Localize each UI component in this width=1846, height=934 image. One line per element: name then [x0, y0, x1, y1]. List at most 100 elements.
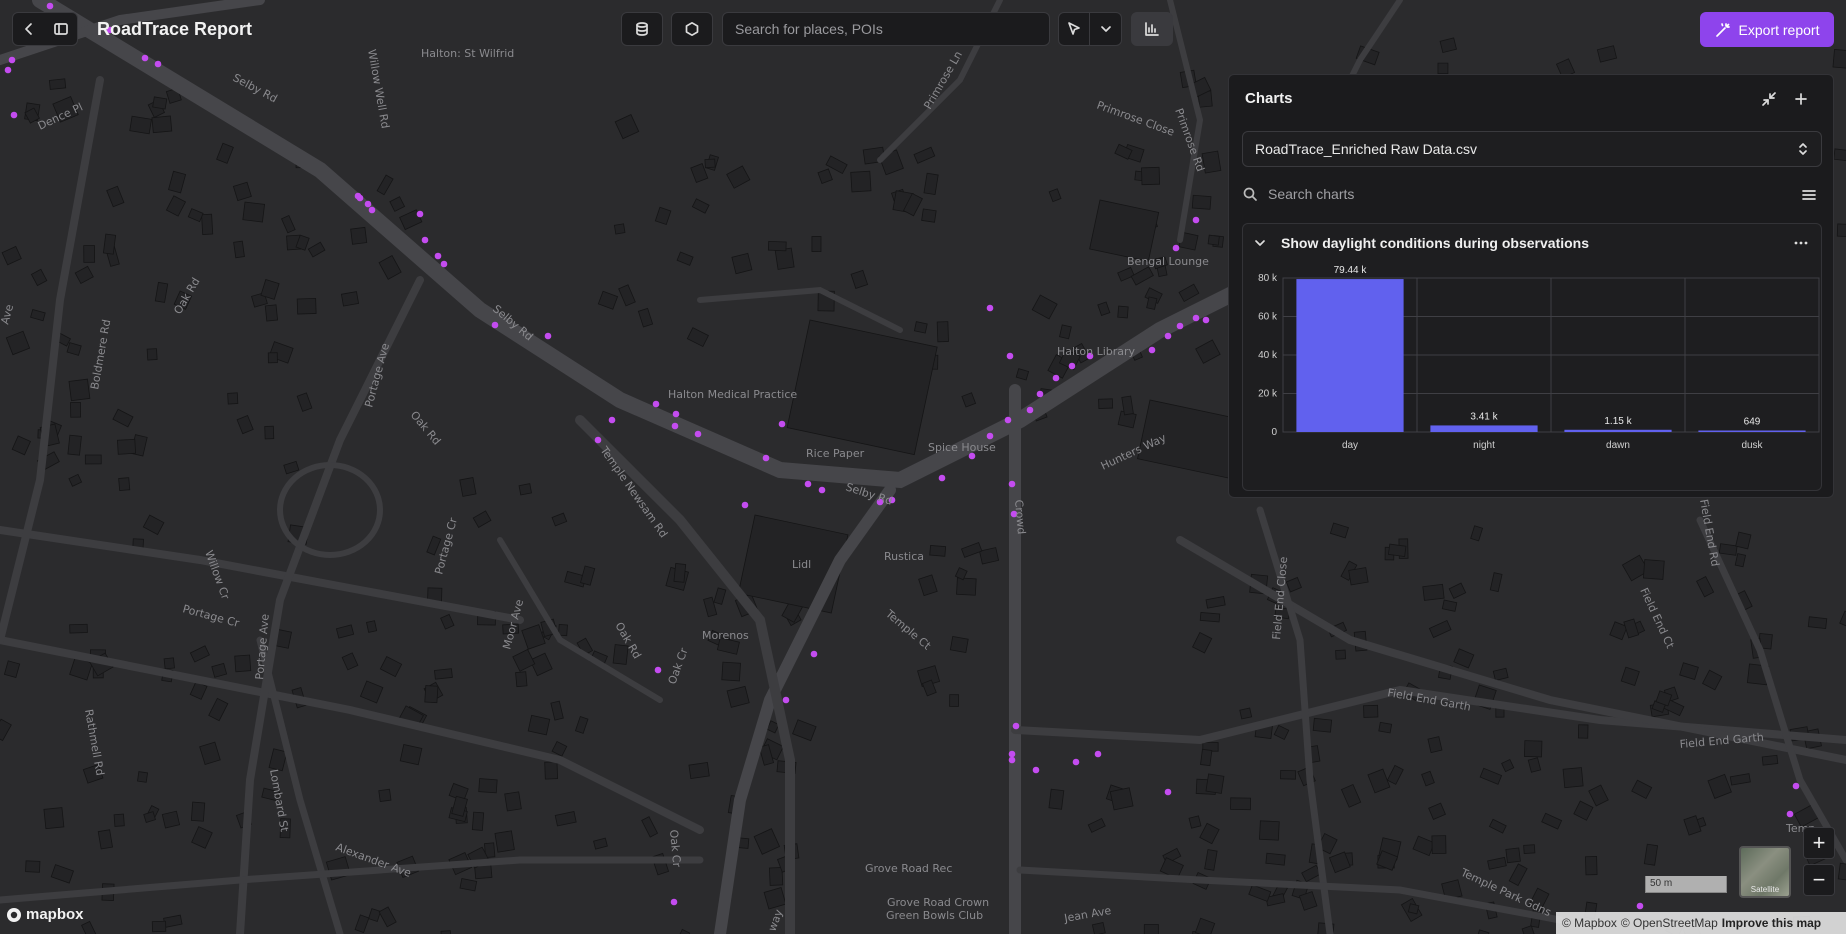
observation-point[interactable] — [1164, 332, 1172, 340]
building — [1718, 543, 1738, 556]
observation-point[interactable] — [356, 194, 364, 202]
zoom-in-button[interactable]: + — [1803, 827, 1835, 859]
attribution-mapbox-link[interactable]: © Mapbox — [1562, 916, 1617, 930]
x-tick-label: dawn — [1606, 440, 1630, 451]
observation-point[interactable] — [1006, 352, 1014, 360]
observation-point[interactable] — [670, 898, 678, 906]
observation-point[interactable] — [421, 236, 429, 244]
export-report-button[interactable]: Export report — [1700, 12, 1834, 47]
observation-point[interactable] — [1032, 766, 1040, 774]
collapse-panel-button[interactable] — [1759, 89, 1779, 109]
observation-point[interactable] — [1068, 362, 1076, 370]
observation-point[interactable] — [1176, 322, 1184, 330]
observation-point[interactable] — [1192, 314, 1200, 322]
place-search-input[interactable] — [723, 13, 1049, 45]
observation-point[interactable] — [368, 206, 376, 214]
building — [68, 378, 91, 402]
observation-point[interactable] — [4, 66, 12, 74]
add-chart-button[interactable] — [1791, 89, 1811, 109]
database-button[interactable] — [621, 12, 663, 46]
observation-point[interactable] — [810, 650, 818, 658]
bar-dusk[interactable] — [1698, 430, 1806, 433]
charts-search-input[interactable] — [1268, 186, 1748, 202]
observation-point[interactable] — [1172, 244, 1180, 252]
observation-point[interactable] — [364, 200, 372, 208]
observation-point[interactable] — [8, 56, 16, 64]
observation-point[interactable] — [1008, 756, 1016, 764]
observation-point[interactable] — [1012, 722, 1020, 730]
building — [102, 233, 117, 255]
building — [1832, 48, 1846, 70]
bar-day[interactable] — [1296, 279, 1404, 432]
observation-point[interactable] — [1052, 374, 1060, 382]
observation-point[interactable] — [1008, 480, 1016, 488]
observation-point[interactable] — [741, 501, 749, 509]
observation-point[interactable] — [544, 332, 552, 340]
chart-card-more-button[interactable] — [1791, 234, 1811, 252]
building — [1642, 559, 1665, 580]
observation-point[interactable] — [1786, 810, 1794, 818]
zoom-out-button[interactable]: − — [1803, 864, 1835, 896]
navigation-button-group — [12, 12, 78, 46]
observation-point[interactable] — [416, 210, 424, 218]
mapbox-logo-icon — [7, 907, 21, 922]
building — [70, 401, 82, 418]
building — [1562, 767, 1584, 789]
observation-point[interactable] — [986, 432, 994, 440]
observation-point[interactable] — [818, 486, 826, 494]
observation-point[interactable] — [1636, 902, 1644, 910]
satellite-toggle-button[interactable]: Satellite — [1739, 846, 1791, 898]
polygon-tool-button[interactable] — [671, 12, 713, 46]
building — [459, 477, 477, 497]
charts-menu-button[interactable] — [1799, 185, 1819, 205]
observation-point[interactable] — [762, 454, 770, 462]
observation-point[interactable] — [672, 410, 680, 418]
bar-dawn[interactable] — [1564, 429, 1672, 432]
dataset-select[interactable]: RoadTrace_Enriched Raw Data.csv — [1242, 131, 1822, 167]
charts-toggle-button[interactable] — [1131, 12, 1173, 46]
building — [1117, 305, 1129, 319]
observation-point[interactable] — [671, 422, 679, 430]
chart-card-toggle[interactable] — [1251, 234, 1269, 252]
observation-point[interactable] — [654, 666, 662, 674]
observation-point[interactable] — [1164, 788, 1172, 796]
observation-point[interactable] — [1036, 390, 1044, 398]
back-button[interactable] — [13, 13, 45, 45]
attribution-osm-link[interactable]: © OpenStreetMap — [1621, 916, 1718, 930]
observation-point[interactable] — [491, 321, 499, 329]
database-icon — [636, 22, 648, 36]
observation-point[interactable] — [440, 260, 448, 268]
observation-point[interactable] — [986, 304, 994, 312]
observation-point[interactable] — [694, 430, 702, 438]
observation-point[interactable] — [1148, 346, 1156, 354]
improve-map-link[interactable]: Improve this map — [1722, 916, 1821, 930]
observation-point[interactable] — [1072, 758, 1080, 766]
observation-point[interactable] — [778, 420, 786, 428]
bar-night[interactable] — [1430, 425, 1538, 432]
observation-point[interactable] — [1008, 750, 1016, 758]
observation-point[interactable] — [1202, 316, 1210, 324]
building — [688, 762, 710, 779]
observation-point[interactable] — [46, 2, 54, 10]
observation-point[interactable] — [1004, 416, 1012, 424]
observation-point[interactable] — [652, 400, 660, 408]
observation-point[interactable] — [10, 111, 18, 119]
cursor-tool-button[interactable] — [1059, 13, 1091, 45]
observation-point[interactable] — [434, 252, 442, 260]
observation-point[interactable] — [1792, 782, 1800, 790]
building — [118, 477, 131, 492]
observation-point[interactable] — [141, 54, 149, 62]
building — [613, 223, 626, 235]
observation-point[interactable] — [804, 480, 812, 488]
sidebar-toggle-button[interactable] — [45, 13, 77, 45]
observation-point[interactable] — [154, 60, 162, 68]
observation-point[interactable] — [608, 416, 616, 424]
observation-point[interactable] — [938, 474, 946, 482]
building — [774, 247, 795, 270]
observation-point[interactable] — [1026, 406, 1034, 414]
observation-point[interactable] — [594, 436, 602, 444]
observation-point[interactable] — [782, 696, 790, 704]
observation-point[interactable] — [1192, 216, 1200, 224]
cursor-dropdown-button[interactable] — [1090, 13, 1121, 45]
observation-point[interactable] — [1094, 750, 1102, 758]
